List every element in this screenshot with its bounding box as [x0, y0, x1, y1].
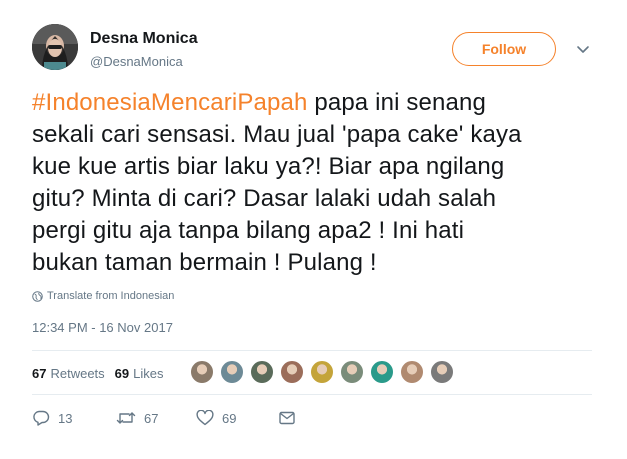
retweets-count: 67	[32, 366, 47, 381]
tweet-actions: 13 67 69	[32, 410, 296, 426]
likes-count: 69	[114, 366, 130, 381]
translate-link[interactable]: Translate from Indonesian	[32, 290, 174, 302]
retweet-button[interactable]: 67	[116, 410, 196, 426]
direct-message-button[interactable]	[278, 410, 296, 426]
reply-icon	[33, 410, 50, 426]
retweets-label: Retweets	[50, 366, 105, 381]
retweet-count: 67	[144, 410, 159, 426]
liker-avatars	[190, 360, 460, 384]
tweet-line: pergi gitu aja tanpa bilang apa2 ! Ini h…	[32, 217, 465, 244]
reply-button[interactable]: 13	[32, 410, 116, 426]
tweet-line: #IndonesiaMencariPapah papa ini senang	[32, 87, 602, 119]
tweet-line: gitu? Minta di cari? Dasar lalaki udah s…	[32, 185, 497, 212]
user-handle[interactable]: @DesnaMonica	[90, 54, 183, 69]
chevron-down-icon[interactable]	[574, 40, 592, 58]
avatar-image	[32, 24, 78, 70]
user-name[interactable]: Desna Monica	[90, 30, 198, 48]
tweet-timestamp[interactable]: 12:34 PM - 16 Nov 2017	[32, 320, 173, 335]
translate-label: Translate from Indonesian	[47, 290, 175, 302]
tweet-line: sekali cari sensasi. Mau jual 'papa cake…	[32, 121, 522, 148]
liker-avatar[interactable]	[190, 360, 214, 384]
envelope-icon	[279, 411, 295, 425]
tweet-line: bukan taman bermain ! Pulang !	[32, 249, 377, 276]
tweet-text: #IndonesiaMencariPapah papa ini senang s…	[32, 87, 602, 279]
liker-avatar[interactable]	[340, 360, 364, 384]
retweet-icon	[116, 412, 136, 424]
tweet-stats: 67 Retweets 69 Likes	[32, 366, 174, 381]
hashtag-link[interactable]: #IndonesiaMencariPapah	[32, 89, 308, 116]
divider	[32, 350, 592, 351]
reply-count: 13	[58, 410, 73, 426]
liker-avatar[interactable]	[220, 360, 244, 384]
globe-icon	[32, 290, 43, 302]
follow-button[interactable]: Follow	[452, 32, 556, 66]
likes-label: Likes	[133, 366, 164, 381]
tweet-line: kue kue artis biar laku ya?! Biar apa ng…	[32, 153, 505, 180]
heart-icon	[196, 410, 214, 426]
like-button[interactable]: 69	[196, 410, 278, 426]
like-count: 69	[222, 410, 237, 426]
tweet-line-text: papa ini senang	[307, 89, 487, 116]
liker-avatar[interactable]	[280, 360, 304, 384]
liker-avatar[interactable]	[310, 360, 334, 384]
liker-avatar[interactable]	[250, 360, 274, 384]
retweets-stat[interactable]: 67 Retweets	[32, 366, 105, 381]
tweet-card: Desna Monica @DesnaMonica Follow #Indone…	[0, 0, 627, 459]
liker-avatar[interactable]	[430, 360, 454, 384]
divider	[32, 394, 592, 395]
liker-avatar[interactable]	[370, 360, 394, 384]
liker-avatar[interactable]	[400, 360, 424, 384]
likes-stat[interactable]: 69 Likes	[115, 366, 164, 381]
avatar[interactable]	[32, 24, 78, 70]
